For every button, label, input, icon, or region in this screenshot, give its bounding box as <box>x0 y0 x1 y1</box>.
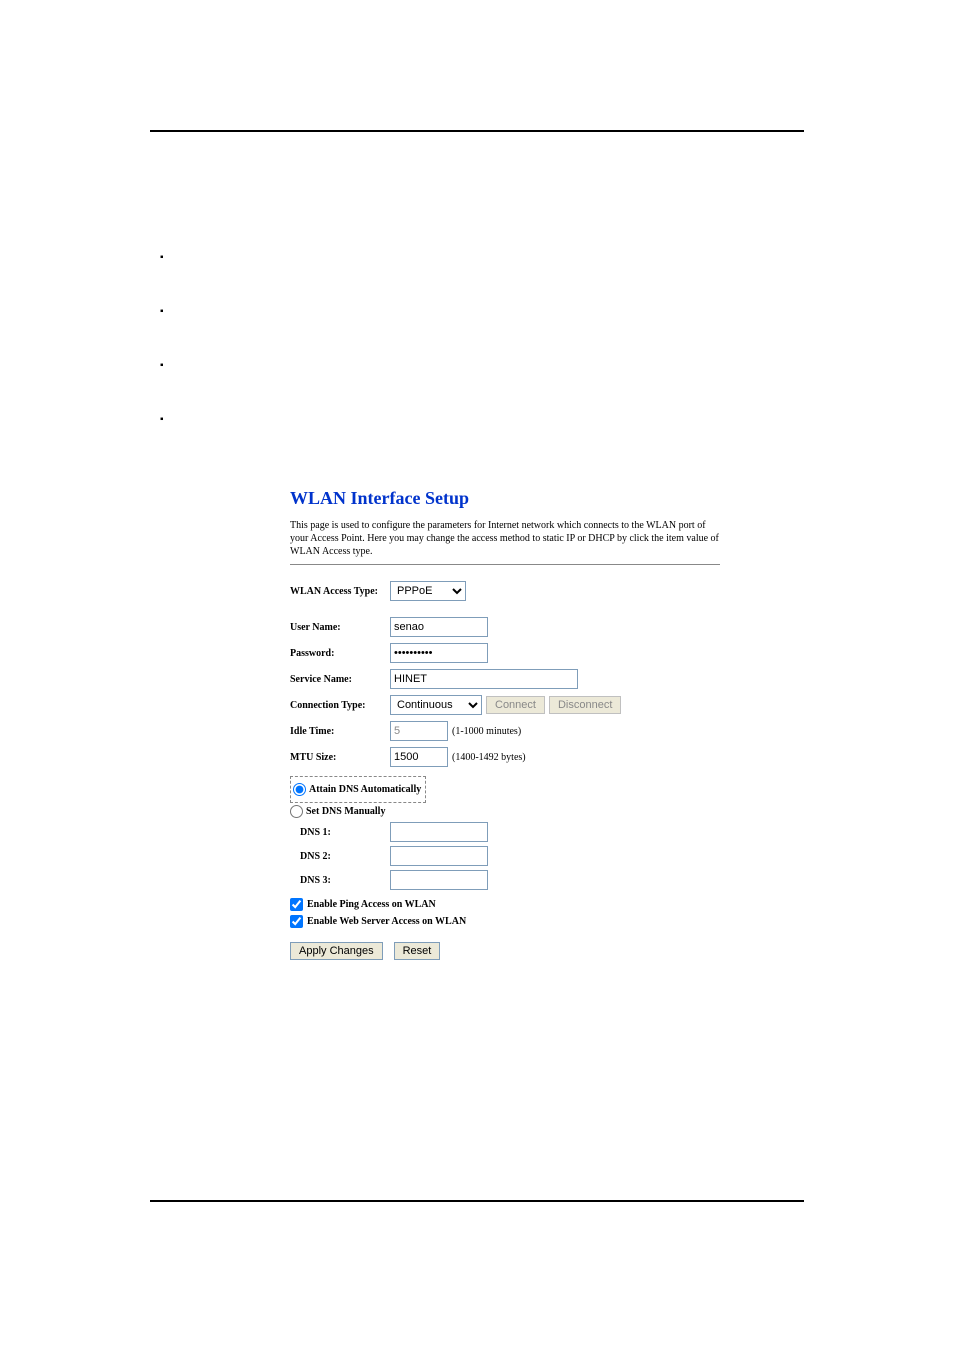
enable-web-checkbox[interactable] <box>290 915 303 928</box>
top-divider <box>150 130 804 132</box>
idle-time-range: (1-1000 minutes) <box>452 726 521 737</box>
bullet-item: . <box>160 252 804 266</box>
dns2-input[interactable] <box>390 846 488 866</box>
mtu-size-input[interactable] <box>390 747 448 767</box>
separator <box>290 564 720 565</box>
connection-type-select[interactable]: Continuous <box>390 695 482 715</box>
username-input[interactable] <box>390 617 488 637</box>
dns1-label: DNS 1: <box>300 827 390 838</box>
username-label: User Name: <box>290 622 390 633</box>
apply-changes-button[interactable]: Apply Changes <box>290 942 383 960</box>
dns3-input[interactable] <box>390 870 488 890</box>
enable-ping-checkbox[interactable] <box>290 898 303 911</box>
dns1-input[interactable] <box>390 822 488 842</box>
connect-button[interactable]: Connect <box>486 696 545 714</box>
page-description: This page is used to configure the param… <box>290 519 720 558</box>
dns-auto-fieldset: Attain DNS Automatically <box>290 776 426 803</box>
page-title: WLAN Interface Setup <box>290 488 720 509</box>
enable-ping-label: Enable Ping Access on WLAN <box>307 899 436 910</box>
service-name-input[interactable] <box>390 669 578 689</box>
reset-button[interactable]: Reset <box>394 942 441 960</box>
dns-auto-radio[interactable] <box>293 783 306 796</box>
bullet-item: . <box>160 360 804 374</box>
dns-auto-label: Attain DNS Automatically <box>309 784 421 795</box>
bottom-divider <box>150 1200 804 1202</box>
password-label: Password: <box>290 648 390 659</box>
mtu-size-label: MTU Size: <box>290 752 390 763</box>
wlan-setup-panel: WLAN Interface Setup This page is used t… <box>290 488 720 960</box>
idle-time-input[interactable] <box>390 721 448 741</box>
bullet-item: . <box>160 306 804 320</box>
connection-type-label: Connection Type: <box>290 700 390 711</box>
dns2-label: DNS 2: <box>300 851 390 862</box>
mtu-size-range: (1400-1492 bytes) <box>452 752 526 763</box>
idle-time-label: Idle Time: <box>290 726 390 737</box>
password-input[interactable] <box>390 643 488 663</box>
enable-web-label: Enable Web Server Access on WLAN <box>307 916 466 927</box>
dns-manual-label: Set DNS Manually <box>306 806 385 817</box>
access-type-select[interactable]: PPPoE <box>390 581 466 601</box>
bullet-item: . <box>160 414 804 428</box>
dns-manual-radio[interactable] <box>290 805 303 818</box>
access-type-label: WLAN Access Type: <box>290 586 390 597</box>
disconnect-button[interactable]: Disconnect <box>549 696 621 714</box>
bullet-list: . . . . <box>150 252 804 428</box>
dns3-label: DNS 3: <box>300 875 390 886</box>
service-name-label: Service Name: <box>290 674 390 685</box>
